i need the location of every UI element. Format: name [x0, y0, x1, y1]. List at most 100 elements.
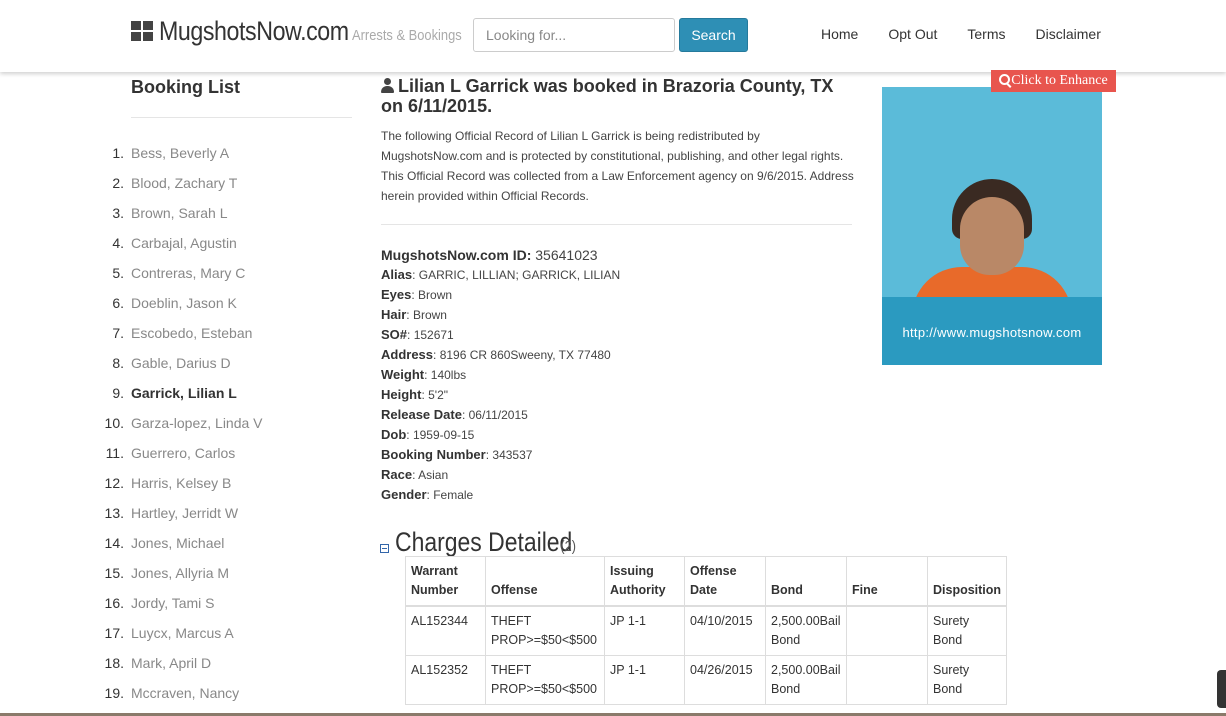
- table-row: AL152344 THEFT PROP>=$50<$500 JP 1-1 04/10/…: [405, 605, 1008, 656]
- mug-face: [960, 197, 1024, 275]
- booking-link[interactable]: Mark, April D: [131, 650, 211, 680]
- list-item[interactable]: 1. Bess, Beverly A: [100, 140, 263, 170]
- list-item[interactable]: 18. Mark, April D: [100, 650, 263, 680]
- booking-link[interactable]: Harris, Kelsey B: [131, 470, 231, 500]
- list-item-number: 4.: [112, 235, 124, 251]
- field-value: 140lbs: [430, 368, 467, 382]
- booking-link[interactable]: Bess, Beverly A: [131, 140, 229, 170]
- table-cell: Surety Bond: [926, 605, 1008, 656]
- table-cell: AL152344: [405, 605, 486, 656]
- list-item[interactable]: 7. Escobedo, Esteban: [100, 320, 263, 350]
- booking-link[interactable]: Jones, Michael: [131, 530, 224, 560]
- click-to-enhance-button[interactable]: Click to Enhance: [991, 70, 1116, 92]
- search-input[interactable]: [473, 18, 675, 52]
- list-item[interactable]: 6. Doeblin, Jason K: [100, 290, 263, 320]
- mugshot-image[interactable]: http://www.mugshotsnow.com: [882, 87, 1102, 365]
- booking-link[interactable]: Carbajal, Agustin: [131, 230, 237, 260]
- list-item[interactable]: 16. Jordy, Tami S: [100, 590, 263, 620]
- booking-link[interactable]: Escobedo, Esteban: [131, 320, 252, 350]
- list-item[interactable]: 4. Carbajal, Agustin: [100, 230, 263, 260]
- list-item-number: 15.: [104, 565, 124, 581]
- list-item[interactable]: 12. Harris, Kelsey B: [100, 470, 263, 500]
- nav-opt-out[interactable]: Opt Out: [873, 26, 952, 42]
- booking-link[interactable]: Jones, Allyria M: [131, 560, 229, 590]
- column-header: Offense: [485, 556, 605, 607]
- booking-link[interactable]: Brown, Sarah L: [131, 200, 228, 230]
- nav-disclaimer[interactable]: Disclaimer: [1021, 26, 1116, 42]
- booking-link[interactable]: Jordy, Tami S: [131, 590, 215, 620]
- field-label: Release Date: [381, 407, 462, 422]
- table-cell: THEFT PROP>=$50<$500: [485, 605, 605, 656]
- column-header: Disposition: [926, 556, 1008, 607]
- table-cell: THEFT PROP>=$50<$500: [485, 655, 605, 705]
- list-item[interactable]: 13. Hartley, Jerridt W: [100, 500, 263, 530]
- main-content: Lilian L Garrick was booked in Brazoria …: [381, 76, 856, 505]
- field-label: SO#: [381, 327, 408, 342]
- list-item-number: 6.: [112, 295, 124, 311]
- field-value: GARRIC, LILLIAN; GARRICK, LILIAN: [418, 268, 621, 282]
- booking-link[interactable]: Gable, Darius D: [131, 350, 231, 380]
- list-item[interactable]: 17. Luycx, Marcus A: [100, 620, 263, 650]
- record-field: Alias: GARRIC, LILLIAN; GARRICK, LILIAN: [381, 267, 621, 282]
- column-header: Issuing Authority: [604, 556, 685, 607]
- field-label: Hair: [381, 307, 407, 322]
- record-field: Eyes: Brown: [381, 287, 453, 302]
- list-item[interactable]: 2. Blood, Zachary T: [100, 170, 263, 200]
- list-item[interactable]: 11. Guerrero, Carlos: [100, 440, 263, 470]
- table-cell: 04/26/2015: [684, 655, 766, 705]
- list-item[interactable]: 9. Garrick, Lilian L: [100, 380, 263, 410]
- list-item-number: 8.: [112, 355, 124, 371]
- list-item[interactable]: 3. Brown, Sarah L: [100, 200, 263, 230]
- divider: [381, 224, 852, 225]
- field-label: Address: [381, 347, 434, 362]
- field-value: 5'2": [428, 388, 449, 402]
- field-value: 06/11/2015: [468, 408, 528, 422]
- record-field: Release Date: 06/11/2015: [381, 407, 528, 422]
- booking-link[interactable]: Blood, Zachary T: [131, 170, 237, 200]
- charges-header: Charges Detailed (2): [380, 527, 577, 558]
- booking-link[interactable]: Garza-lopez, Linda V: [131, 410, 263, 440]
- charges-title: Charges Detailed: [395, 527, 573, 557]
- field-value: 1959-09-15: [412, 428, 475, 442]
- field-label: Alias: [381, 267, 413, 282]
- booking-link[interactable]: Guerrero, Carlos: [131, 440, 235, 470]
- search-button[interactable]: Search: [679, 18, 748, 52]
- booking-link[interactable]: Luycx, Marcus A: [131, 620, 234, 650]
- list-item[interactable]: 15. Jones, Allyria M: [100, 560, 263, 590]
- list-item[interactable]: 5. Contreras, Mary C: [100, 260, 263, 290]
- collapse-icon[interactable]: [380, 544, 389, 553]
- table-cell: 2,500.00Bail Bond: [765, 655, 847, 705]
- scrollbar-thumb[interactable]: [1217, 670, 1226, 708]
- list-item-number: 2.: [112, 175, 124, 191]
- booking-link[interactable]: Hartley, Jerridt W: [131, 500, 238, 530]
- list-item[interactable]: 10. Garza-lopez, Linda V: [100, 410, 263, 440]
- booking-link[interactable]: Contreras, Mary C: [131, 260, 245, 290]
- nav-home[interactable]: Home: [806, 26, 873, 42]
- brand-name[interactable]: MugshotsNow.com: [159, 16, 349, 47]
- record-field: Booking Number: 343537: [381, 447, 533, 462]
- list-item-number: 12.: [104, 475, 124, 491]
- booking-link[interactable]: Mccraven, Nancy: [131, 680, 239, 710]
- page-title: Lilian L Garrick was booked in Brazoria …: [381, 76, 856, 116]
- record-id-row: MugshotsNow.com ID: 35641023: [381, 245, 856, 265]
- charges-count: (2): [560, 538, 576, 555]
- brand-tagline: Arrests & Bookings: [351, 27, 462, 44]
- brand-logo[interactable]: MugshotsNow.com Arrests & Bookings: [131, 16, 479, 47]
- record-field: Dob: 1959-09-15: [381, 427, 475, 442]
- list-item[interactable]: 14. Jones, Michael: [100, 530, 263, 560]
- field-value: 8196 CR 860Sweeny, TX 77480: [439, 348, 611, 362]
- intro-text: The following Official Record of Lilian …: [381, 129, 854, 203]
- list-item[interactable]: 8. Gable, Darius D: [100, 350, 263, 380]
- table-cell: JP 1-1: [604, 605, 685, 656]
- booking-link[interactable]: Doeblin, Jason K: [131, 290, 237, 320]
- enhance-label: Click to Enhance: [1011, 73, 1108, 88]
- booking-list-title: Booking List: [131, 77, 240, 97]
- list-item[interactable]: 19. Mccraven, Nancy: [100, 680, 263, 710]
- nav-terms[interactable]: Terms: [952, 26, 1020, 42]
- booking-link[interactable]: Garrick, Lilian L: [131, 380, 237, 410]
- list-item-number: 5.: [112, 265, 124, 281]
- record-id-label: MugshotsNow.com ID:: [381, 247, 532, 263]
- record-field: Gender: Female: [381, 487, 474, 502]
- table-header-row: Warrant Number Offense Issuing Authority Of…: [405, 556, 1008, 607]
- field-label: Race: [381, 467, 413, 482]
